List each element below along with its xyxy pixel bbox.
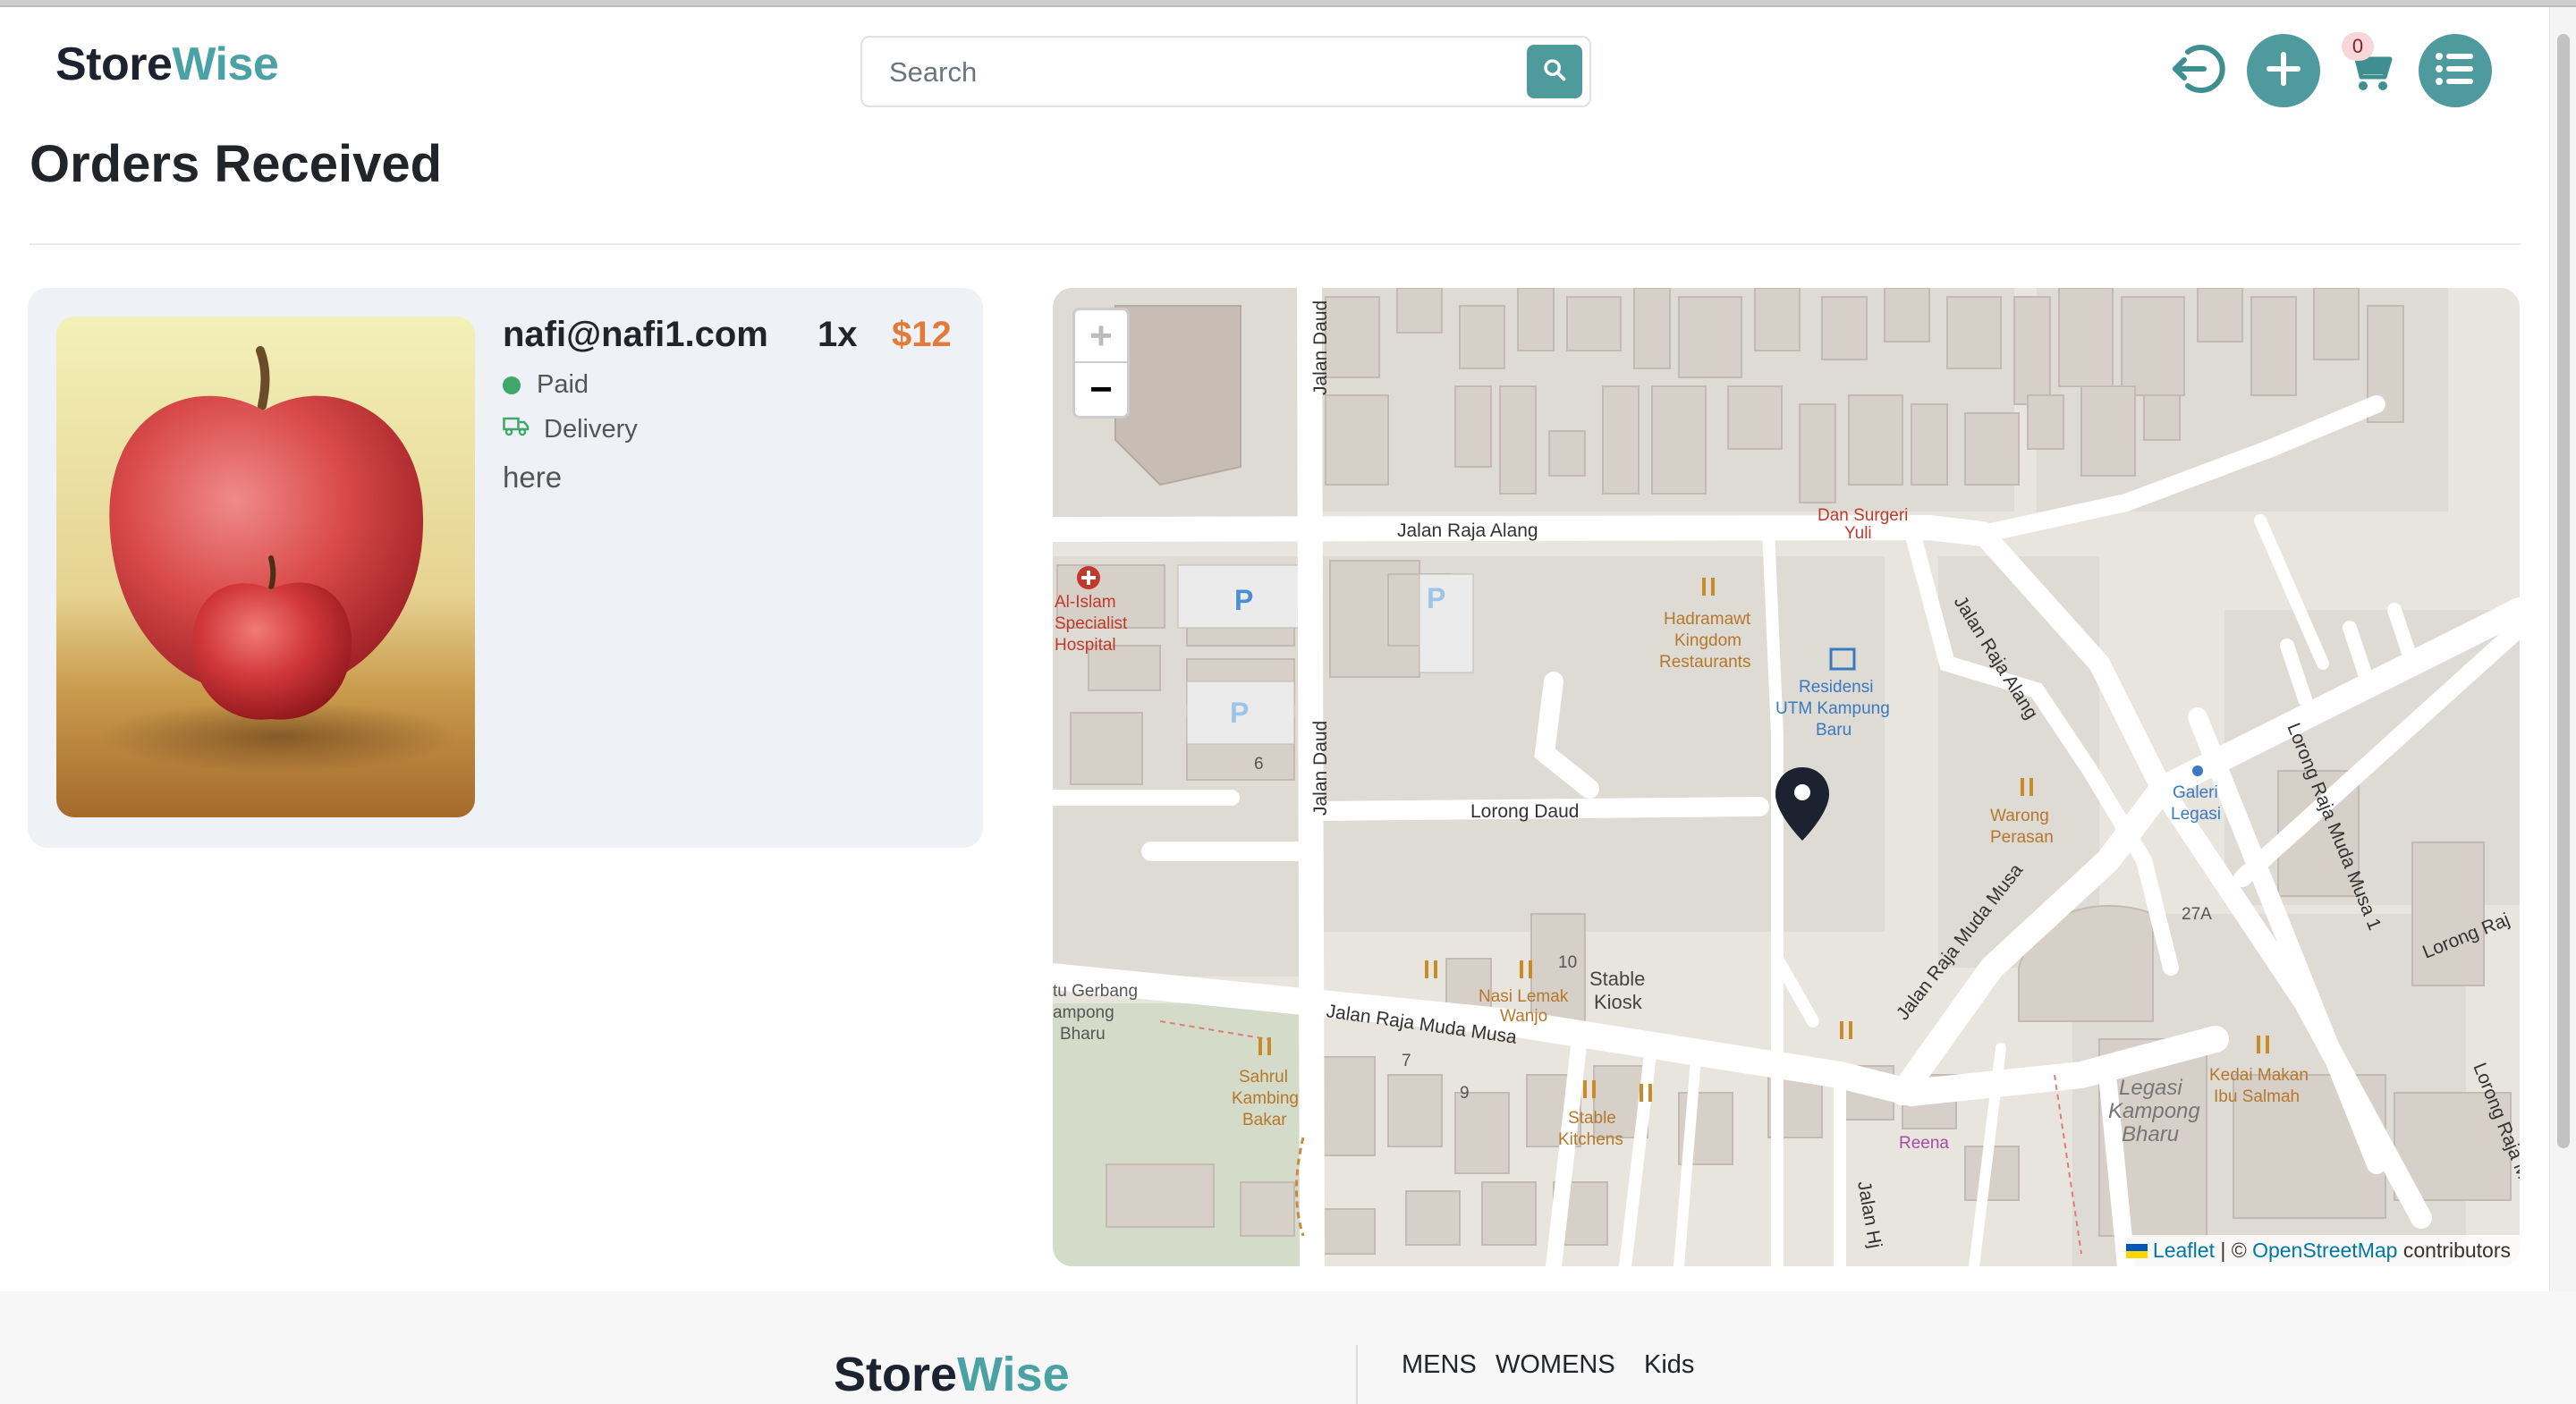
map-label-residensi-2: UTM Kampung	[1775, 699, 1890, 718]
map-label-27a: 27A	[2182, 905, 2212, 924]
footer-divider	[1356, 1345, 1358, 1404]
delivery-method: Delivery	[503, 415, 638, 444]
map-label-galeri-1: Galeri	[2173, 783, 2218, 802]
map-label-sahrul-2: Kambing	[1232, 1089, 1299, 1108]
map-label-6: 6	[1254, 755, 1264, 774]
footer-logo[interactable]: StoreWise	[834, 1347, 1070, 1402]
map-label-parking-2: P	[1427, 582, 1445, 614]
page-scrollbar[interactable]	[2549, 7, 2576, 1291]
order-quantity: 1x	[818, 315, 858, 354]
map-label-parking-3: P	[1230, 697, 1249, 729]
map-label-lorong-daud: Lorong Daud	[1470, 801, 1579, 822]
map-label-gerbang-3: Bharu	[1060, 1025, 1106, 1044]
delivery-label: Delivery	[544, 415, 638, 444]
search-icon	[1542, 57, 1567, 87]
zoom-in-button[interactable]: +	[1075, 310, 1127, 363]
map-label-hospital-3: Hospital	[1055, 636, 1116, 655]
map-label-residensi-1: Residensi	[1799, 678, 1873, 697]
map-label-stable-kitchens-2: Kitchens	[1558, 1130, 1623, 1149]
title-divider	[30, 243, 2521, 245]
order-price: $12	[892, 315, 952, 354]
map-label-reena: Reena	[1899, 1134, 1949, 1153]
map-label-nasi-1: Nasi Lemak	[1479, 987, 1569, 1006]
payment-status-label: Paid	[537, 370, 589, 399]
map-label-legasi-2: Kampong	[2108, 1099, 2200, 1123]
footer-logo-main: Store	[834, 1348, 958, 1401]
customer-email: nafi@nafi1.com	[503, 315, 768, 354]
leaflet-link[interactable]: Leaflet	[2153, 1239, 2215, 1263]
map-label-hadramawt-1: Hadramawt	[1664, 610, 1751, 629]
map-label-sahrul-1: Sahrul	[1239, 1068, 1288, 1087]
ukraine-flag-icon	[2125, 1243, 2148, 1258]
plus-icon	[2264, 49, 2303, 93]
order-card: nafi@nafi1.com 1x $12 Paid Delivery here	[28, 288, 983, 848]
map-label-kedai-2: Ibu Salmah	[2214, 1087, 2300, 1106]
map-label-9: 9	[1460, 1084, 1470, 1103]
order-location-map[interactable]: Jalan Raja Alang Jalan Daud Jalan Daud L…	[1053, 288, 2520, 1266]
map-label-sahrul-3: Bakar	[1242, 1111, 1287, 1129]
logout-button[interactable]	[2161, 34, 2234, 107]
add-product-button[interactable]	[2247, 34, 2320, 107]
map-label-stable-kitchens-1: Stable	[1568, 1109, 1616, 1128]
search-bar	[860, 36, 1591, 107]
browser-top-edge	[0, 0, 2576, 7]
footer-link-kids[interactable]: Kids	[1644, 1350, 1694, 1380]
brand-logo-accent: Wise	[172, 38, 279, 90]
attribution-separator: | ©	[2214, 1239, 2253, 1262]
openstreetmap-link[interactable]: OpenStreetMap	[2252, 1239, 2397, 1263]
map-label-gerbang-1: tu Gerbang	[1053, 982, 1138, 1001]
payment-status: Paid	[503, 370, 589, 400]
map-label-parking-1: P	[1234, 584, 1253, 616]
map-label-hospital-2: Specialist	[1055, 614, 1128, 633]
map-label-hadramawt-2: Kingdom	[1674, 631, 1741, 650]
footer-link-mens[interactable]: MENS	[1402, 1350, 1477, 1380]
map-label-legasi-3: Bharu	[2122, 1122, 2179, 1146]
brand-logo-main: Store	[55, 38, 173, 90]
page-title: Orders Received	[30, 135, 443, 193]
map-attribution: Leaflet | © OpenStreetMap contributors	[2116, 1235, 2520, 1266]
map-label-warong-2: Perasan	[1990, 828, 2054, 847]
map-label-warong-1: Warong	[1990, 807, 2049, 825]
map-label-stable-kiosk-1: Stable	[1589, 968, 1645, 990]
map-label-hadramawt-3: Restaurants	[1659, 653, 1750, 672]
scrollbar-thumb[interactable]	[2557, 34, 2570, 1148]
map-label-nasi-2: Wanjo	[1500, 1007, 1547, 1026]
map-label-dan-surgeri: Dan Surgeri	[1818, 506, 1908, 525]
map-label-residensi-3: Baru	[1816, 721, 1852, 740]
cart-count-badge: 0	[2342, 32, 2374, 61]
menu-button[interactable]	[2419, 34, 2492, 107]
brand-logo[interactable]: StoreWise	[55, 38, 279, 91]
search-button[interactable]	[1527, 45, 1582, 98]
product-image	[56, 317, 475, 817]
map-zoom-control: + −	[1072, 308, 1130, 419]
map-label-legasi-1: Legasi	[2119, 1076, 2182, 1100]
map-label-jalan-daud-2: Jalan Daud	[1310, 721, 1331, 816]
map-label-7: 7	[1402, 1052, 1411, 1070]
map-label-galeri-2: Legasi	[2171, 805, 2221, 824]
delivery-address: here	[503, 461, 563, 494]
zoom-out-button[interactable]: −	[1075, 363, 1127, 416]
map-label-jalan-daud-1: Jalan Daud	[1310, 300, 1331, 395]
footer-link-womens[interactable]: WOMENS	[1496, 1350, 1615, 1380]
map-label-hospital-1: Al-Islam	[1055, 593, 1116, 612]
map-label-stable-kiosk-2: Kiosk	[1594, 991, 1643, 1013]
logout-icon	[2166, 38, 2229, 105]
search-input[interactable]	[889, 52, 1479, 93]
attribution-tail: contributors	[2397, 1239, 2511, 1262]
truck-icon	[503, 415, 544, 444]
map-label-gerbang-2: ampong	[1053, 1003, 1114, 1022]
map-label-dan-surgeri-2: Yuli	[1844, 524, 1872, 543]
list-icon	[2434, 50, 2477, 92]
status-dot-icon	[503, 376, 521, 394]
map-label-jalan-raja-alang: Jalan Raja Alang	[1397, 520, 1538, 541]
map-label-10: 10	[1558, 953, 1577, 972]
footer-logo-accent: Wise	[957, 1348, 1070, 1401]
site-footer: StoreWise MENS WOMENS Kids	[0, 1291, 2576, 1404]
map-label-kedai-1: Kedai Makan	[2209, 1066, 2309, 1085]
